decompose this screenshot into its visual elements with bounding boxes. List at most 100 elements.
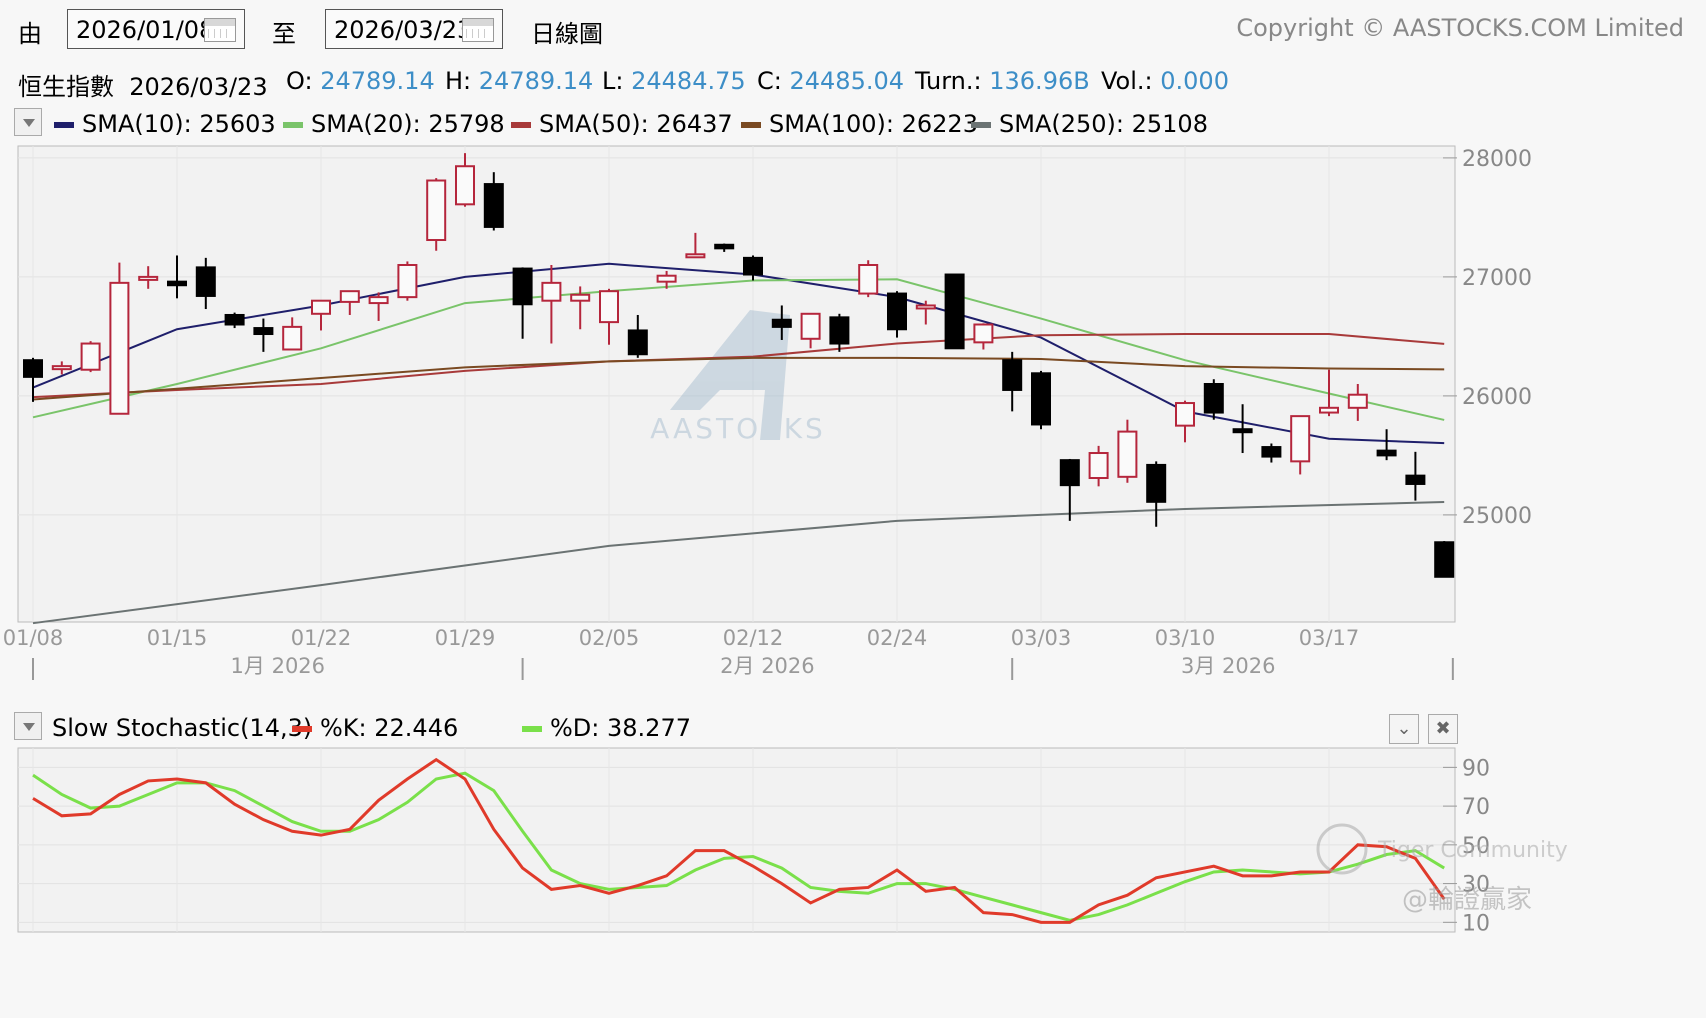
- volume-value: 0.000: [1160, 67, 1229, 95]
- candle-body: [1031, 372, 1051, 426]
- candle-body: [1146, 463, 1167, 503]
- legend-swatch: [522, 726, 542, 732]
- d-legend-label: %D: 38.277: [550, 714, 691, 742]
- from-date-field[interactable]: 2026/01/08: [67, 9, 245, 49]
- turnover-group: Turn.: 136.96B: [915, 67, 1090, 95]
- candle-body: [743, 256, 763, 276]
- y-tick-label: 28000: [1462, 147, 1532, 172]
- sma-legend-1: SMA(20): 25798: [283, 110, 505, 138]
- watermark-brand: AASTOCKS: [650, 412, 826, 445]
- high-value: 24789.14: [478, 67, 594, 95]
- y-tick-label: 10: [1462, 911, 1490, 936]
- close-panel-button[interactable]: ✖: [1428, 714, 1458, 744]
- legend-swatch: [283, 122, 303, 128]
- candle-body: [1434, 541, 1455, 578]
- candle-body: [224, 313, 245, 326]
- x-tick-label: 02/05: [579, 626, 640, 650]
- from-label: 由: [18, 20, 42, 48]
- candle-body: [656, 274, 677, 283]
- stoch-title: Slow Stochastic(14,3): [52, 714, 313, 742]
- candle-body: [944, 273, 965, 350]
- overlay-dropdown-button[interactable]: [14, 108, 42, 136]
- low-value-group: L: 24484.75: [602, 67, 746, 95]
- candle-body: [1290, 415, 1311, 463]
- month-label: 2月 2026: [720, 654, 814, 678]
- x-tick-label: 01/29: [435, 626, 496, 650]
- y-tick-label: 26000: [1462, 385, 1532, 410]
- candle-body: [1002, 359, 1023, 391]
- y-tick-label: 27000: [1462, 266, 1532, 291]
- calendar-icon[interactable]: [204, 18, 236, 42]
- sma-legend-label: SMA(20): 25798: [311, 110, 505, 138]
- candle-body: [1088, 452, 1109, 480]
- x-tick-label: 03/10: [1155, 626, 1216, 650]
- x-tick-label: 02/24: [867, 626, 928, 650]
- open-value-group: O: 24789.14: [286, 67, 435, 95]
- stoch-plot-area: [17, 747, 1456, 933]
- calendar-icon[interactable]: [462, 18, 494, 42]
- from-date-value: 2026/01/08: [76, 16, 215, 44]
- close-value-group: C: 24485.04: [757, 67, 904, 95]
- sma-legend-0: SMA(10): 25603: [54, 110, 276, 138]
- candle-body: [195, 266, 216, 297]
- candle-body: [109, 281, 130, 415]
- candle-body: [1117, 430, 1138, 478]
- candle-body: [397, 264, 418, 299]
- legend-swatch: [54, 122, 74, 128]
- candle-body: [51, 365, 72, 371]
- candle-body: [1319, 406, 1339, 414]
- volume-group: Vol.: 0.000: [1101, 67, 1229, 95]
- candle-body: [1059, 459, 1080, 487]
- candle-body: [455, 165, 475, 206]
- candle-body: [829, 316, 850, 345]
- collapse-panel-button[interactable]: ⌄: [1389, 714, 1419, 744]
- candle-body: [80, 342, 101, 371]
- price-chart[interactable]: AASTOCKS 25000 26000 27000 28000 01/08 01/15 0…: [0, 140, 1706, 700]
- to-date-value: 2026/03/23: [334, 16, 473, 44]
- candle-body: [599, 290, 619, 324]
- indicator-dropdown-button[interactable]: [14, 712, 42, 740]
- chart-mode-label[interactable]: 日線圖: [531, 14, 603, 49]
- candle-body: [1261, 446, 1282, 458]
- month-label: 1月 2026: [231, 654, 325, 678]
- candle-body: [887, 292, 907, 331]
- stochastic-chart[interactable]: 1030507090 Tiger Community @輪證贏家: [0, 744, 1706, 1018]
- candle-body: [1175, 402, 1195, 427]
- tiger-watermark-text: Tiger Community: [1377, 838, 1568, 863]
- x-tick-label: 01/22: [291, 626, 352, 650]
- candle-body: [1376, 449, 1397, 457]
- to-label: 至: [272, 20, 296, 48]
- close-label: C:: [757, 67, 782, 95]
- to-date-field[interactable]: 2026/03/23: [325, 9, 503, 49]
- turnover-value: 136.96B: [989, 67, 1090, 95]
- candle-body: [339, 290, 360, 303]
- stoch-k-legend: %K: 22.446: [292, 714, 458, 742]
- candle-body: [973, 323, 994, 344]
- y-tick-label: 25000: [1462, 504, 1532, 529]
- stoch-d-legend: %D: 38.277: [522, 714, 691, 742]
- high-value-group: H: 24789.14: [445, 67, 593, 95]
- candle-body: [570, 293, 591, 302]
- quote-line: 恒生指數 2026/03/23: [18, 67, 268, 102]
- close-value: 24485.04: [789, 67, 904, 95]
- sma-legend-label: SMA(50): 26437: [539, 110, 733, 138]
- x-tick-label: 03/17: [1299, 626, 1360, 650]
- candle-body: [685, 253, 706, 259]
- open-label: O:: [286, 67, 313, 95]
- month-label: 3月 2026: [1181, 654, 1275, 678]
- legend-swatch: [511, 122, 531, 128]
- candle-body: [1405, 474, 1426, 485]
- copyright-text: Copyright © AASTOCKS.COM Limited: [1236, 14, 1684, 42]
- turnover-label: Turn.:: [915, 67, 982, 95]
- legend-swatch: [741, 122, 761, 128]
- candle-body: [858, 264, 879, 295]
- candle-body: [627, 329, 648, 356]
- y-tick-label: 70: [1462, 795, 1490, 820]
- k-legend-label: %K: 22.446: [320, 714, 459, 742]
- sma-legend-label: SMA(100): 26223: [769, 110, 978, 138]
- candle-body: [426, 179, 447, 242]
- quote-date: 2026/03/23: [129, 73, 268, 101]
- high-label: H:: [445, 67, 472, 95]
- low-label: L:: [602, 67, 624, 95]
- candle-body: [714, 243, 735, 250]
